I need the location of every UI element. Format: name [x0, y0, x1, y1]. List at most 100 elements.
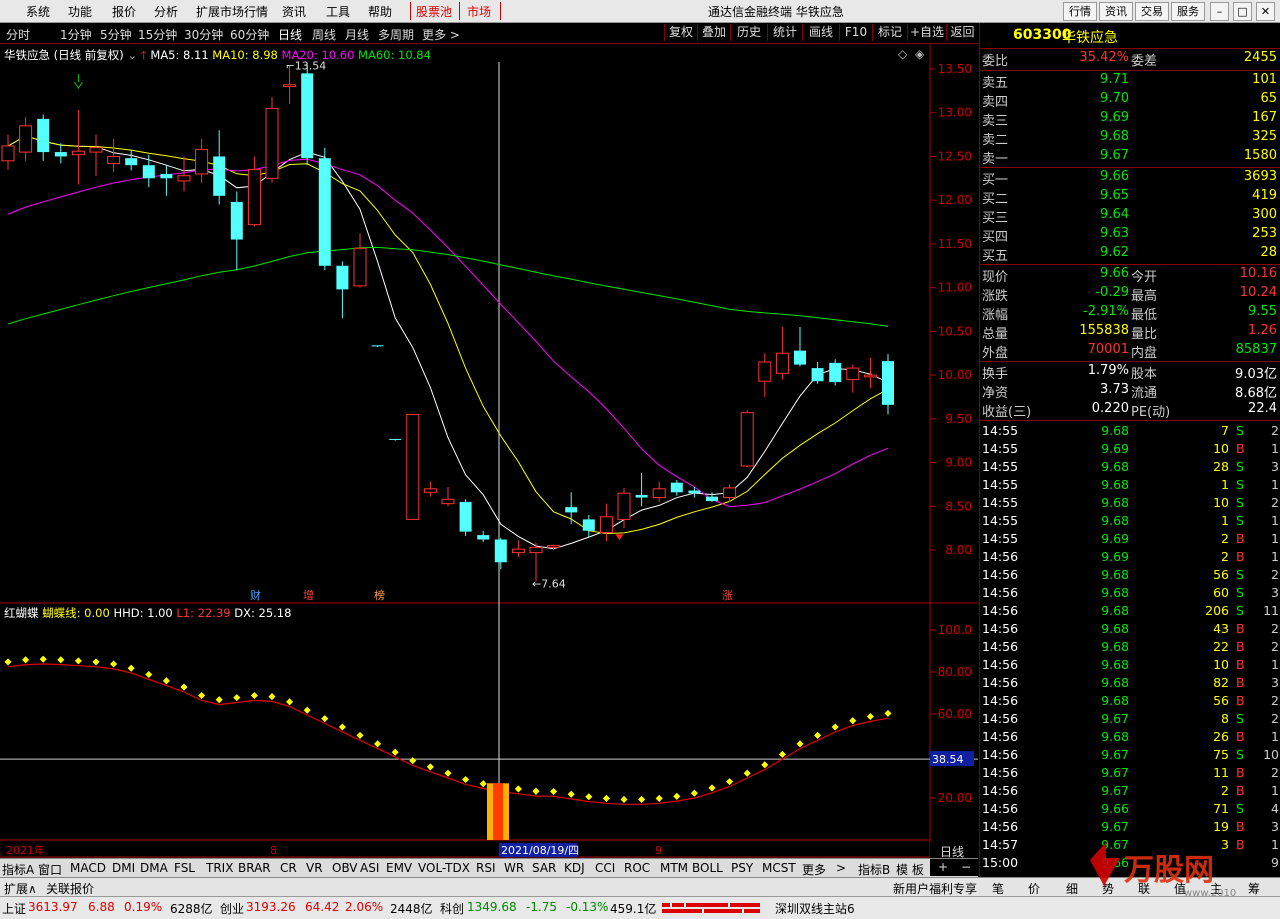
indicator-tab[interactable]: VR	[306, 861, 323, 875]
indicator-dot	[198, 691, 206, 700]
ask-row[interactable]: 卖四 9.70 65	[980, 91, 1280, 110]
indicator-tab[interactable]: 更多	[802, 861, 826, 878]
zoom-in-button[interactable]: +	[938, 860, 948, 874]
menu-item-analysis[interactable]: 分析	[154, 3, 178, 20]
detail-tab[interactable]: 主	[1210, 880, 1222, 897]
service-button[interactable]: 服务	[1171, 2, 1205, 21]
menu-item-extended-market[interactable]: 扩展市场行情	[196, 3, 268, 20]
indicator-tab[interactable]: MTM	[660, 861, 688, 875]
indicator-tab[interactable]: MACD	[70, 861, 106, 875]
statistics-button[interactable]: 统计	[767, 24, 802, 41]
indicator-tab[interactable]: MCST	[762, 861, 796, 875]
bid-row[interactable]: 买三 9.64 300	[980, 207, 1280, 226]
indicator-b-tab[interactable]: 指标B	[858, 861, 890, 878]
period-tab[interactable]: 多周期	[378, 26, 414, 43]
trade-button[interactable]: 交易	[1135, 2, 1169, 21]
zoom-out-button[interactable]: −	[961, 860, 971, 874]
indicator-tab[interactable]: DMI	[112, 861, 135, 875]
bid-row[interactable]: 买五 9.62 28	[980, 245, 1280, 264]
candle-body	[389, 438, 402, 440]
indicator-tab[interactable]: PSY	[731, 861, 753, 875]
ask-row[interactable]: 卖一 9.67 1580	[980, 148, 1280, 167]
period-tab[interactable]: 1分钟	[60, 26, 92, 43]
back-button[interactable]: 返回	[946, 24, 978, 41]
menu-item-market[interactable]: 市场	[467, 3, 491, 20]
period-tab[interactable]: 5分钟	[100, 26, 132, 43]
maximize-icon[interactable]: □	[1233, 2, 1252, 21]
mark-button[interactable]: 标记	[872, 24, 907, 41]
detail-tab[interactable]: 值	[1174, 880, 1186, 897]
detail-tab[interactable]: 笔	[992, 880, 1004, 897]
indicator-tab[interactable]: KDJ	[564, 861, 585, 875]
more-periods-button[interactable]: 更多 >	[422, 26, 460, 43]
bid-row[interactable]: 买四 9.63 253	[980, 226, 1280, 245]
period-tab[interactable]: 月线	[345, 26, 369, 43]
indicator-tab[interactable]: TRIX	[206, 861, 233, 875]
history-button[interactable]: 历史	[730, 24, 767, 41]
indicator-tab[interactable]: SAR	[532, 861, 556, 875]
period-tab[interactable]: 60分钟	[230, 26, 269, 43]
template-tab[interactable]: 模 板	[896, 861, 924, 878]
minimize-icon[interactable]: –	[1210, 2, 1229, 21]
indicator-tab[interactable]: BOLL	[692, 861, 723, 875]
draw-button[interactable]: 画线	[802, 24, 839, 41]
indicator-tab[interactable]: FSL	[174, 861, 195, 875]
ask-price: 9.68	[1100, 129, 1129, 144]
detail-tab[interactable]: 细	[1066, 880, 1078, 897]
menu-item-news[interactable]: 资讯	[282, 3, 306, 20]
indicator-tab[interactable]: 指标A	[2, 861, 34, 878]
indicator-tab[interactable]: ASI	[360, 861, 379, 875]
close-icon[interactable]: ✕	[1256, 2, 1275, 21]
period-tab-selected[interactable]: 日线	[278, 26, 302, 43]
tick-time: 14:55	[982, 441, 1019, 456]
ask-row[interactable]: 卖五 9.71 101	[980, 72, 1280, 91]
candle-body	[89, 147, 103, 153]
indicator-tab[interactable]: CCI	[595, 861, 615, 875]
new-user-promo[interactable]: 新用户福利专享	[893, 880, 977, 897]
detail-tab[interactable]: 势	[1102, 880, 1114, 897]
indicator-tab[interactable]: WR	[504, 861, 524, 875]
indicator-tab[interactable]: BRAR	[238, 861, 271, 875]
bid-row[interactable]: 买一 9.66 3693	[980, 169, 1280, 188]
menu-item-quote[interactable]: 报价	[112, 3, 136, 20]
related-quote-button[interactable]: 关联报价	[46, 880, 94, 897]
detail-tab[interactable]: 筹	[1248, 880, 1260, 897]
indicator-tab[interactable]: CR	[280, 861, 297, 875]
period-tab[interactable]: 15分钟	[138, 26, 177, 43]
menu-item-tools[interactable]: 工具	[326, 3, 350, 20]
period-tab[interactable]: 30分钟	[184, 26, 223, 43]
overlay-button[interactable]: 叠加	[697, 24, 730, 41]
menu-item-stock-pool[interactable]: 股票池	[416, 3, 452, 20]
finance-value: 8.68亿	[1235, 386, 1277, 401]
news-button[interactable]: 资讯	[1099, 2, 1133, 21]
ask-row[interactable]: 卖三 9.69 167	[980, 110, 1280, 129]
detail-tab[interactable]: 价	[1028, 880, 1040, 897]
indicator-tab[interactable]: ROC	[624, 861, 650, 875]
f10-button[interactable]: F10	[839, 24, 872, 41]
quote-button[interactable]: 行情	[1063, 2, 1097, 21]
chart-area[interactable]: 13.50 13.00 12.50 12.00 11.50 11.00 10.50 10.00…	[0, 44, 978, 858]
adjust-button[interactable]: 复权	[664, 24, 697, 41]
expand-button[interactable]: 扩展∧	[4, 880, 37, 897]
indicator-tab[interactable]: 窗口	[38, 861, 62, 878]
menu-item-function[interactable]: 功能	[68, 3, 92, 20]
ask-row[interactable]: 卖二 9.68 325	[980, 129, 1280, 148]
menu-item-help[interactable]: 帮助	[368, 3, 392, 20]
bid-row[interactable]: 买二 9.65 419	[980, 188, 1280, 207]
period-tab[interactable]: 周线	[312, 26, 336, 43]
indicator-dot	[726, 778, 734, 786]
indicator-tab[interactable]: >	[836, 861, 846, 875]
indicator-tab[interactable]: VOL-TDX	[418, 861, 470, 875]
add-watchlist-button[interactable]: +自选	[907, 24, 946, 41]
bid-label: 买五	[982, 249, 1009, 264]
indicator-tab[interactable]: EMV	[386, 861, 412, 875]
indicator-name[interactable]: 红蝴蝶	[4, 606, 39, 620]
detail-tab[interactable]: 联	[1138, 880, 1150, 897]
dropdown-icon[interactable]: ⌄	[127, 48, 137, 62]
period-tab[interactable]: 分时	[6, 26, 30, 43]
menu-item-system[interactable]: 系统	[26, 3, 50, 20]
indicator-tab[interactable]: DMA	[140, 861, 168, 875]
indicator-tab[interactable]: OBV	[332, 861, 358, 875]
indicator-tab[interactable]: RSI	[476, 861, 496, 875]
event-marker: 涨	[722, 589, 733, 602]
